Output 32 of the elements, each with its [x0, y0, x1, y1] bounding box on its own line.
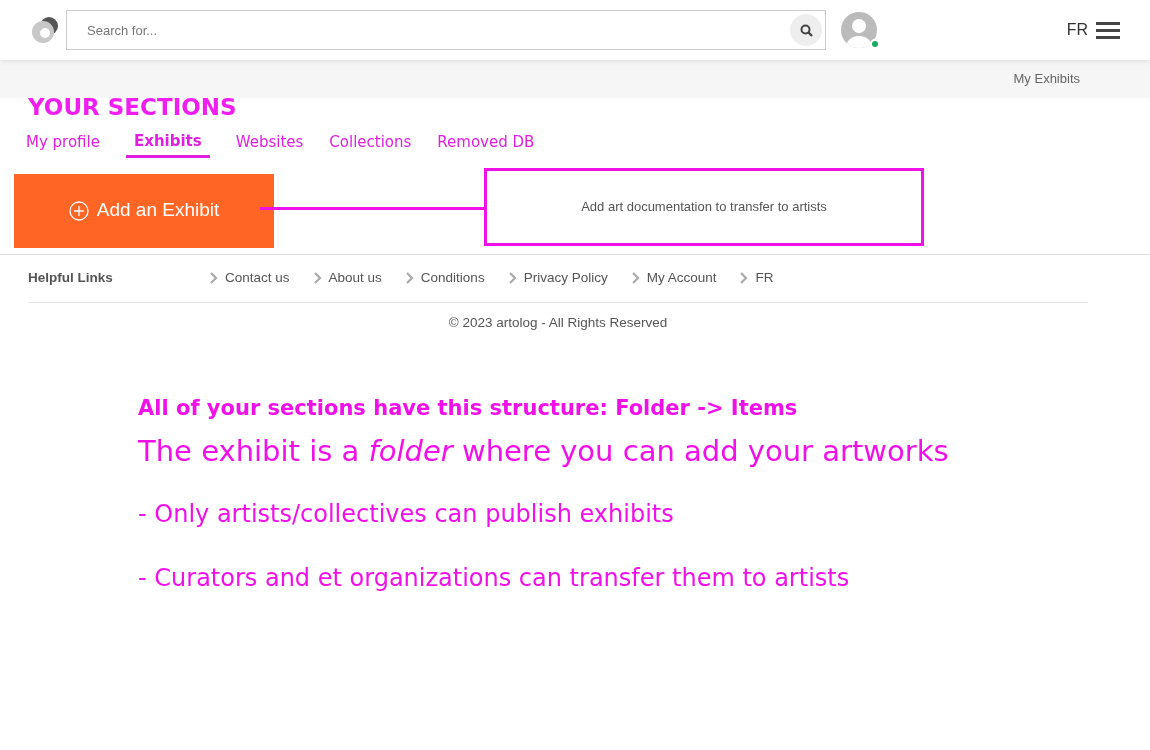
chevron-icon: [405, 272, 414, 284]
annotation-text: - Curators and et organizations can transfer them to artists: [138, 562, 851, 594]
annotation-text: - Only artists/collectives can publish exhibits: [138, 498, 675, 530]
search-field[interactable]: Search for...: [66, 10, 826, 50]
plus-circle-icon: [68, 200, 89, 221]
footer-link[interactable]: Contact us: [225, 267, 290, 289]
annotation-text: All of your sections have this structure: Folder -> Items: [138, 394, 799, 422]
section-tab[interactable]: Websites: [235, 128, 304, 158]
chevron-icon: [508, 272, 517, 284]
section-tab[interactable]: Removed DB: [437, 128, 535, 158]
logo-icon: [30, 16, 60, 44]
chevron-icon: [313, 272, 322, 284]
language-link[interactable]: FR: [1066, 18, 1088, 42]
section-tab[interactable]: Exhibits: [125, 128, 210, 158]
section-heading: YOUR SECTIONS: [28, 93, 237, 121]
chevron-icon: [740, 272, 749, 284]
section-tab[interactable]: Collections: [329, 128, 412, 158]
footer-link[interactable]: My Account: [646, 267, 717, 289]
copyright-text: © 2023 artolog - All Rights Reserved: [447, 313, 669, 332]
footer-heading: Helpful Links: [28, 268, 114, 287]
breadcrumb[interactable]: My Exhibits: [1013, 69, 1080, 89]
annotation-text: The exhibit is a folder where you can add your artworks: [138, 433, 950, 471]
search-icon: [799, 23, 813, 37]
chevron-icon: [210, 272, 218, 284]
footer-link[interactable]: Privacy Policy: [523, 267, 608, 289]
callout-box: Add art documentation to transfer to artists: [484, 167, 924, 246]
footer-link[interactable]: About us: [328, 267, 382, 289]
chevron-icon: [631, 272, 640, 284]
footer-link[interactable]: FR: [755, 267, 774, 289]
menu-icon[interactable]: [1096, 21, 1120, 39]
section-tab[interactable]: My profile: [26, 128, 100, 158]
footer-link[interactable]: Conditions: [420, 267, 485, 289]
